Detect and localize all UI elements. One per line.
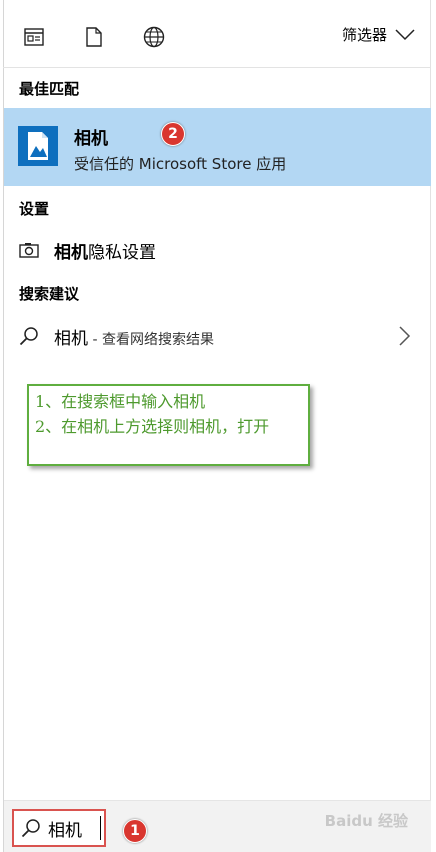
annotation-line-1: 1、在搜索框中输入相机	[35, 392, 206, 411]
annotation-line-2: 2、在相机上方选择则相机，打开	[35, 417, 270, 436]
best-match-app-name: 相机	[74, 129, 108, 149]
settings-item-label: 相机隐私设置	[54, 238, 156, 263]
camera-app-icon	[18, 126, 58, 166]
section-settings-label: 设置	[19, 200, 50, 218]
filter-label: 筛选器	[341, 26, 387, 44]
step-2-badge: 2	[161, 122, 185, 146]
watermark: Baidu 经验	[324, 812, 408, 830]
step-1-badge: 1	[123, 819, 147, 843]
suggestion-term: 相机	[54, 328, 88, 349]
suggestion-label: 相机 - 查看网络搜索结果	[54, 324, 214, 349]
web-icon[interactable]	[141, 24, 167, 50]
search-box[interactable]	[12, 809, 106, 847]
apps-icon[interactable]	[21, 24, 47, 50]
best-match-app-subtitle: 受信任的 Microsoft Store 应用	[74, 155, 287, 173]
search-icon	[20, 817, 42, 839]
section-suggestions-label: 搜索建议	[19, 285, 80, 303]
settings-camera-privacy[interactable]: 相机隐私设置	[4, 230, 431, 270]
document-icon[interactable]	[81, 24, 107, 50]
settings-item-rest: 隐私设置	[88, 242, 156, 263]
camera-icon	[18, 239, 40, 261]
search-toolbar: 筛选器	[3, 0, 431, 68]
suggestion-web-search[interactable]: 相机 - 查看网络搜索结果	[4, 316, 431, 356]
text-caret	[100, 816, 101, 840]
search-icon	[18, 325, 40, 347]
section-best-match-label: 最佳匹配	[19, 80, 80, 98]
chevron-down-icon	[395, 28, 415, 40]
best-match-camera-app[interactable]: 相机 受信任的 Microsoft Store 应用 2	[4, 108, 431, 186]
search-input[interactable]	[48, 818, 102, 838]
filter-dropdown[interactable]: 筛选器	[342, 24, 415, 45]
instruction-annotation: 1、在搜索框中输入相机 2、在相机上方选择则相机，打开	[27, 384, 310, 466]
chevron-right-icon[interactable]	[399, 326, 411, 346]
suggestion-rest: - 查看网络搜索结果	[88, 331, 214, 348]
settings-item-bold: 相机	[54, 242, 88, 263]
